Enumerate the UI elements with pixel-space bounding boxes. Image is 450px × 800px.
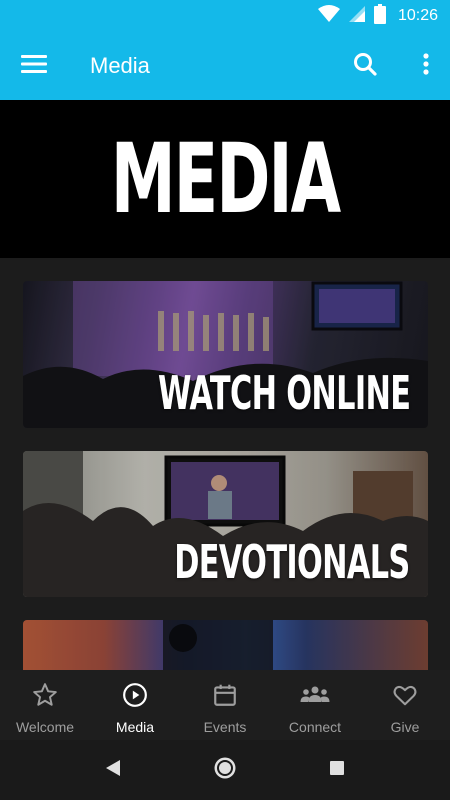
nav-label: Connect <box>288 719 342 735</box>
star-icon <box>32 682 58 713</box>
nav-item-events[interactable]: Events <box>180 670 270 740</box>
home-circle-icon <box>213 756 237 785</box>
app-bar: Media <box>0 32 450 100</box>
calendar-icon <box>212 682 238 713</box>
bottom-navigation: Welcome Media Events Connect Give <box>0 670 450 740</box>
more-vertical-icon <box>423 52 429 80</box>
hamburger-menu-icon <box>21 54 47 79</box>
media-hero-banner: MEDIA <box>0 100 450 258</box>
system-home-button[interactable] <box>212 757 238 783</box>
heart-icon <box>392 682 418 713</box>
app-bar-title: Media <box>90 53 150 78</box>
card-label: WATCH ONLINE <box>157 366 411 420</box>
status-time: 10:26 <box>397 7 438 24</box>
devotionals-card[interactable]: DEVOTIONALS <box>23 451 428 597</box>
wifi-icon <box>317 4 340 28</box>
status-icons: 10:26 <box>317 3 438 29</box>
nav-label: Events <box>203 719 247 735</box>
search-button[interactable] <box>348 49 382 83</box>
nav-label: Welcome <box>15 719 75 735</box>
hero-title: MEDIA <box>110 123 341 235</box>
system-navigation-bar <box>0 740 450 800</box>
nav-item-welcome[interactable]: Welcome <box>0 670 90 740</box>
nav-item-connect[interactable]: Connect <box>270 670 360 740</box>
search-icon <box>353 52 377 81</box>
nav-item-give[interactable]: Give <box>360 670 450 740</box>
system-back-button[interactable] <box>100 757 126 783</box>
group-icon <box>300 682 330 713</box>
media-screen: 10:26 Media MEDIA WATCH ONLINE DEVOTIONA… <box>0 0 450 800</box>
back-triangle-icon <box>104 758 122 783</box>
battery-icon <box>373 3 386 29</box>
system-recents-button[interactable] <box>324 757 350 783</box>
menu-button[interactable] <box>16 49 52 83</box>
nav-label: Media <box>115 719 155 735</box>
play-circle-icon <box>122 682 148 713</box>
recents-square-icon <box>328 759 346 782</box>
cell-signal-icon <box>348 5 366 28</box>
card-label: DEVOTIONALS <box>174 535 411 589</box>
watch-online-card[interactable]: WATCH ONLINE <box>23 281 428 428</box>
more-options-button[interactable] <box>416 49 436 83</box>
nav-item-media[interactable]: Media <box>90 670 180 740</box>
nav-label: Give <box>390 719 420 735</box>
status-bar: 10:26 <box>0 0 450 32</box>
